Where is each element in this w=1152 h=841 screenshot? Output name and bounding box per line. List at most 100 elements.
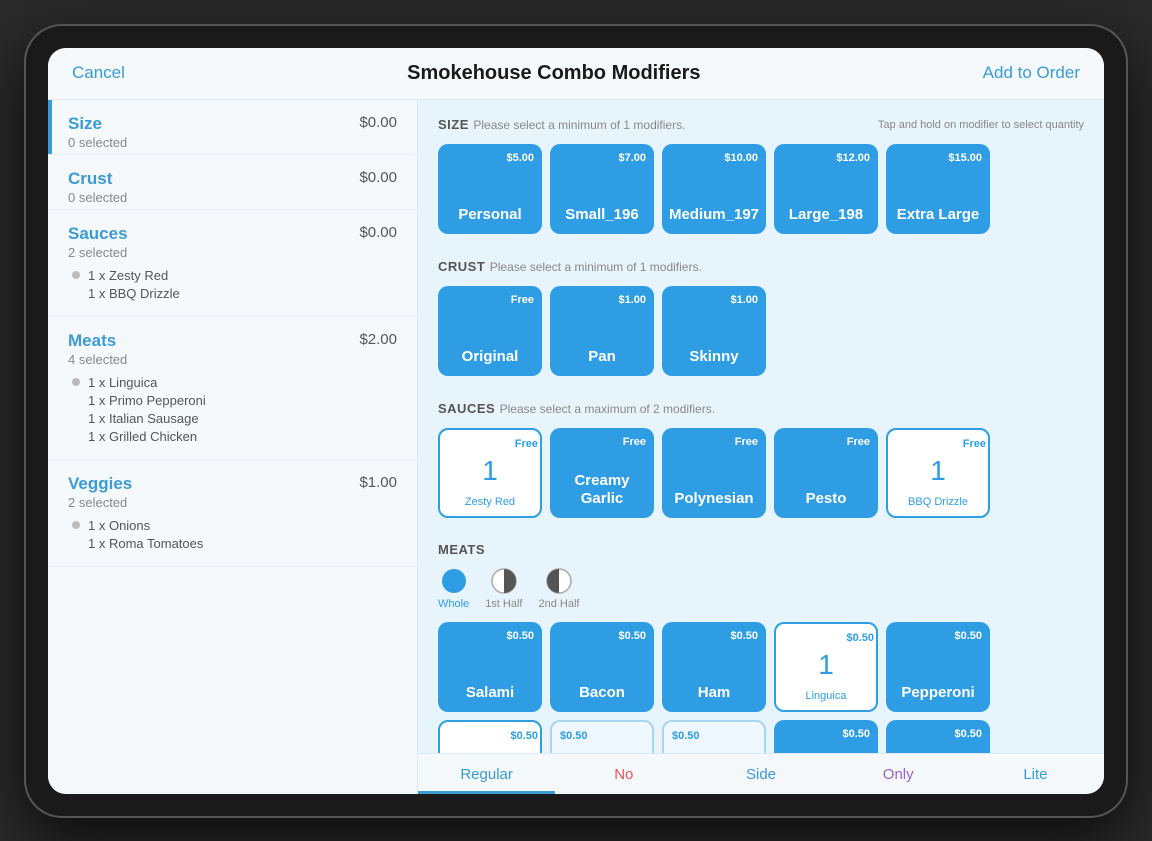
mod-card-meat-8[interactable]: $0.50 — [662, 720, 766, 753]
sidebar-size-sub: 0 selected — [68, 135, 127, 150]
mod-card-bbq-drizzle[interactable]: Free 1 BBQ Drizzle — [886, 428, 990, 518]
list-item: 1 x Zesty Red — [72, 268, 397, 283]
sidebar-sauce-2: 1 x BBQ Drizzle — [88, 286, 180, 301]
list-item: 1 x Primo Pepperoni — [72, 393, 397, 408]
mod-name: Ham — [692, 684, 737, 702]
mod-card-small[interactable]: $7.00 Small_196 — [550, 144, 654, 234]
sidebar-section-size-header[interactable]: Size 0 selected $0.00 — [48, 100, 417, 154]
portion-whole[interactable]: Whole — [438, 567, 469, 610]
mod-name: BBQ Drizzle — [908, 496, 968, 508]
mod-price: $0.50 — [846, 632, 874, 644]
mod-card-original[interactable]: Free Original — [438, 286, 542, 376]
mod-name: Bacon — [573, 684, 631, 702]
sidebar-section-sauces: Sauces 2 selected $0.00 1 x Zesty Red 1 … — [48, 210, 417, 317]
sidebar-crust-title: Crust — [68, 169, 127, 189]
sidebar-veggies-items: 1 x Onions 1 x Roma Tomatoes — [48, 514, 417, 566]
list-item: 1 x Italian Sausage — [72, 411, 397, 426]
sidebar-meats-sub: 4 selected — [68, 352, 127, 367]
bottom-bar: Regular No Side Only Lite — [418, 753, 1104, 794]
tab-no[interactable]: No — [555, 754, 692, 794]
crust-hint: Please select a minimum of 1 modifiers. — [490, 260, 702, 274]
size-section: SIZE Please select a minimum of 1 modifi… — [438, 116, 1084, 234]
mod-card-ham[interactable]: $0.50 Ham — [662, 622, 766, 712]
main-content: SIZE Please select a minimum of 1 modifi… — [418, 100, 1104, 753]
mod-name: Original — [456, 348, 525, 366]
mod-card-primo-pepperoni[interactable]: $0.50 1 Primo Pepp... — [438, 720, 542, 753]
sidebar-veggies-title: Veggies — [68, 474, 132, 494]
mod-name: Pan — [582, 348, 622, 366]
mod-count: 1 — [482, 749, 498, 753]
mod-price: $12.00 — [836, 152, 870, 164]
sidebar-size-title: Size — [68, 114, 127, 134]
mod-card-polynesian[interactable]: Free Polynesian — [662, 428, 766, 518]
mod-price: $0.50 — [954, 630, 982, 642]
sidebar-sauce-1: 1 x Zesty Red — [88, 268, 168, 283]
mod-card-pan[interactable]: $1.00 Pan — [550, 286, 654, 376]
sidebar-section-veggies-header[interactable]: Veggies 2 selected $1.00 — [48, 460, 417, 514]
crust-grid: Free Original $1.00 Pan $1.00 Skinny — [438, 286, 1084, 376]
mod-card-salami[interactable]: $0.50 Salami — [438, 622, 542, 712]
sidebar-meat-4: 1 x Grilled Chicken — [88, 429, 197, 444]
mod-price: $10.00 — [724, 152, 758, 164]
mod-price: Free — [515, 438, 538, 450]
mod-name: Extra Large — [891, 206, 986, 224]
meats-label: MEATS — [438, 542, 485, 557]
dot-icon — [72, 521, 80, 529]
sidebar-meat-2: 1 x Primo Pepperoni — [88, 393, 206, 408]
mod-card-zesty-red[interactable]: Free 1 Zesty Red — [438, 428, 542, 518]
sidebar-meats-title: Meats — [68, 331, 127, 351]
tab-regular[interactable]: Regular — [418, 754, 555, 794]
sidebar-section-meats-header[interactable]: Meats 4 selected $2.00 — [48, 317, 417, 371]
mod-card-meat-7[interactable]: $0.50 — [550, 720, 654, 753]
mod-price: $0.50 — [672, 730, 700, 742]
crust-section: CRUST Please select a minimum of 1 modif… — [438, 258, 1084, 376]
meats-grid: $0.50 Salami $0.50 Bacon $0.50 Ham — [438, 622, 1084, 753]
size-hint: Please select a minimum of 1 modifiers. — [473, 118, 685, 132]
list-item: 1 x Grilled Chicken — [72, 429, 397, 444]
sidebar-meats-price: $2.00 — [359, 331, 397, 348]
mod-card-creamy-garlic[interactable]: Free Creamy Garlic — [550, 428, 654, 518]
body: Size 0 selected $0.00 Crust 0 selected $… — [48, 100, 1104, 794]
mod-price: $0.50 — [618, 630, 646, 642]
mod-card-pepperoni[interactable]: $0.50 Pepperoni — [886, 622, 990, 712]
tab-no-label: No — [614, 766, 633, 783]
size-section-header: SIZE Please select a minimum of 1 modifi… — [438, 116, 1084, 134]
cancel-button[interactable]: Cancel — [72, 63, 125, 83]
tab-side-label: Side — [746, 766, 776, 783]
tab-regular-label: Regular — [460, 766, 513, 783]
mod-card-personal[interactable]: $5.00 Personal — [438, 144, 542, 234]
sidebar-section-sauces-header[interactable]: Sauces 2 selected $0.00 — [48, 210, 417, 264]
mod-card-linguica[interactable]: $0.50 1 Linguica — [774, 622, 878, 712]
tab-only[interactable]: Only — [830, 754, 967, 794]
list-item: 1 x BBQ Drizzle — [72, 286, 397, 301]
sidebar: Size 0 selected $0.00 Crust 0 selected $… — [48, 100, 418, 794]
mod-name: Small_196 — [559, 206, 644, 224]
mod-card-pesto[interactable]: Free Pesto — [774, 428, 878, 518]
mod-card-bacon[interactable]: $0.50 Bacon — [550, 622, 654, 712]
portion-1st-half[interactable]: 1st Half — [485, 567, 522, 610]
sidebar-crust-sub: 0 selected — [68, 190, 127, 205]
sidebar-sauces-title: Sauces — [68, 224, 128, 244]
mod-card-extra-large[interactable]: $15.00 Extra Large — [886, 144, 990, 234]
mod-price: $15.00 — [948, 152, 982, 164]
mod-card-large[interactable]: $12.00 Large_198 — [774, 144, 878, 234]
mod-card-meat-10[interactable]: $0.50 — [886, 720, 990, 753]
dot-icon — [72, 378, 80, 386]
sidebar-veggies-sub: 2 selected — [68, 495, 132, 510]
mod-card-meat-9[interactable]: $0.50 — [774, 720, 878, 753]
mod-count: 1 — [482, 457, 498, 485]
page-title: Smokehouse Combo Modifiers — [407, 62, 700, 85]
mod-price: $0.50 — [560, 730, 588, 742]
mod-card-skinny[interactable]: $1.00 Skinny — [662, 286, 766, 376]
portion-2nd-half[interactable]: 2nd Half — [538, 567, 579, 610]
tablet-screen: Cancel Smokehouse Combo Modifiers Add to… — [48, 48, 1104, 794]
sidebar-sauces-sub: 2 selected — [68, 245, 128, 260]
mod-price: $7.00 — [618, 152, 646, 164]
sidebar-section-crust-header[interactable]: Crust 0 selected $0.00 — [48, 155, 417, 209]
tab-lite[interactable]: Lite — [967, 754, 1104, 794]
mod-name: Personal — [452, 206, 527, 224]
add-to-order-button[interactable]: Add to Order — [983, 63, 1080, 83]
tab-side[interactable]: Side — [692, 754, 829, 794]
mod-price: $0.50 — [954, 728, 982, 740]
mod-card-medium[interactable]: $10.00 Medium_197 — [662, 144, 766, 234]
